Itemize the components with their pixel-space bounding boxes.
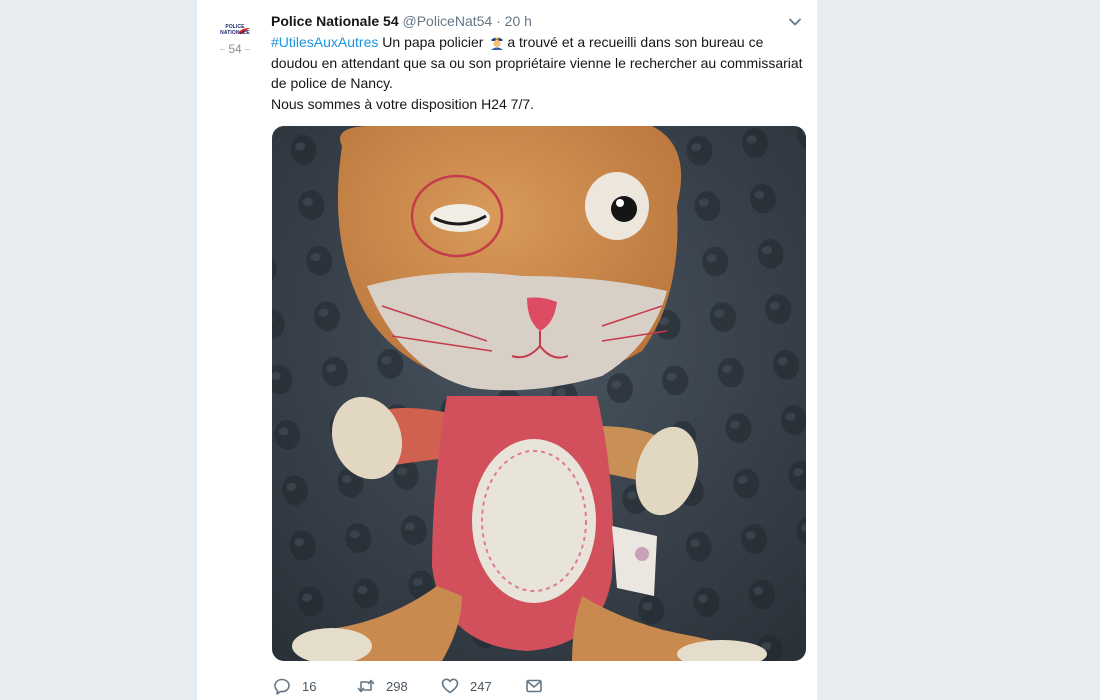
retweet-icon (357, 679, 375, 693)
avatar[interactable]: POLICE NATIONALE 54 (213, 14, 257, 58)
envelope-icon (526, 679, 542, 693)
like-button[interactable]: 247 (441, 674, 492, 698)
tweet-card: POLICE NATIONALE 54 Police Nationale 54 … (197, 0, 817, 700)
tweet-text: #UtilesAuxAutres Un papa policier a trou… (271, 32, 811, 114)
tweet-actions: 16 298 247 (271, 674, 811, 698)
chevron-down-icon[interactable] (787, 14, 803, 30)
tweet-text-line2: Nous sommes à votre disposition H24 7/7. (271, 95, 535, 112)
heart-icon (441, 678, 459, 694)
direct-message-button[interactable] (525, 674, 543, 698)
retweet-button[interactable]: 298 (357, 674, 408, 698)
author-name[interactable]: Police Nationale 54 (271, 13, 399, 29)
reply-count: 16 (302, 678, 317, 694)
tweet-photo[interactable] (272, 126, 806, 661)
separator-dot: · (496, 13, 501, 29)
tweet-timestamp[interactable]: 20 h (505, 13, 532, 29)
author-handle[interactable]: @PoliceNat54 (403, 13, 493, 29)
reply-icon (274, 678, 290, 695)
tweet-text-part1: Un papa policier (378, 34, 488, 50)
retweet-count: 298 (386, 678, 408, 694)
like-count: 247 (470, 678, 492, 694)
tweet-header: Police Nationale 54 @PoliceNat54 · 20 h (271, 11, 532, 31)
police-officer-emoji-icon (491, 37, 504, 50)
hashtag-link[interactable]: #UtilesAuxAutres (271, 34, 378, 50)
stuffed-cat-toy-photo (272, 126, 806, 661)
avatar-number: 54 (213, 42, 257, 56)
reply-button[interactable]: 16 (273, 674, 316, 698)
flame-icon (238, 28, 250, 35)
